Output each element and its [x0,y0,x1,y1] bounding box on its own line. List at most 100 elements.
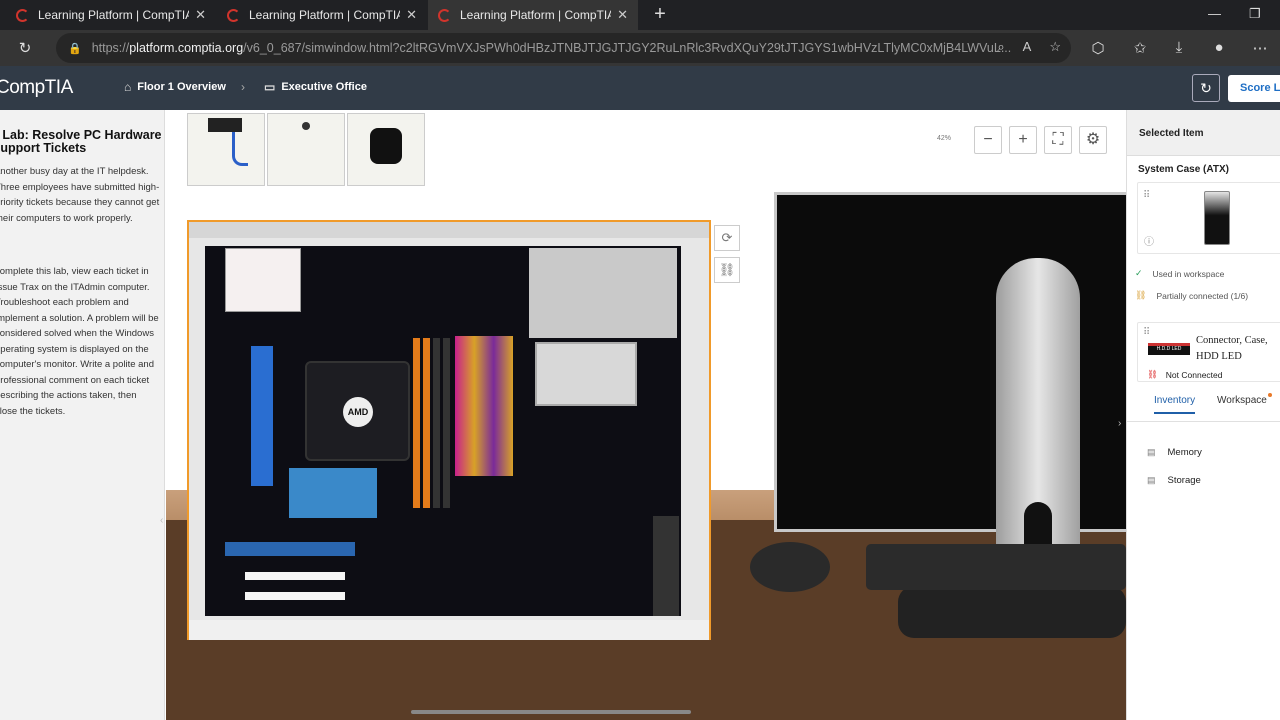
connector-name: Connector, Case, HDD LED [1196,335,1268,362]
drag-icon[interactable]: ⠿ [1143,190,1150,201]
profile-avatar-icon[interactable]: ● [1210,39,1228,56]
minimize-window-button[interactable]: — [1208,6,1221,21]
collapse-left-panel-icon[interactable]: ‹ [160,515,163,526]
reload-icon[interactable]: ↻ [16,39,34,57]
horizontal-scrollbar[interactable] [411,710,691,714]
reset-lab-button[interactable]: ↻ [1192,74,1220,102]
collapse-right-panel-icon[interactable]: › [1118,418,1121,429]
hdd-led-connector-thumbnail: H.D.D LED [1148,343,1190,355]
inventory-item-storage[interactable]: ▤ Storage [1147,475,1201,486]
zoom-level: 42% [937,135,952,142]
favorites-icon[interactable]: ✩ [1131,39,1149,57]
favorite-star-icon[interactable]: ☆ [1049,39,1061,55]
url-actions: ⌕ A ☆ [997,39,1061,55]
breadcrumb-floor-overview[interactable]: ⌂ Floor 1 Overview [124,80,226,94]
close-tab-icon[interactable]: ✕ [406,7,417,23]
refresh-icon: ↻ [1200,80,1212,96]
close-tab-icon[interactable]: ✕ [195,7,206,23]
browser-tab-1[interactable]: Learning Platform | CompTIA ✕ [6,0,216,30]
new-tab-button[interactable]: + [650,3,670,26]
cpu-cooler[interactable]: AMD [305,361,410,461]
system-case-atx[interactable]: AMD [187,220,711,640]
rear-case-fan[interactable] [653,516,679,616]
pci-slot[interactable] [245,592,345,600]
tab-inventory[interactable]: Inventory [1154,395,1196,414]
lab-instructions-paragraph: complete this lab, view each ticket in I… [0,266,159,417]
cpu-brand-label: AMD [343,397,373,427]
close-tab-icon[interactable]: ✕ [617,7,628,23]
connector-card[interactable]: ⠿ H.D.D LED Connector, Case, HDD LED ⛓ N… [1137,322,1280,382]
check-icon: ✓ [1135,268,1143,278]
more-menu-icon[interactable]: ⋯ [1251,39,1269,57]
chipset-heatsink [289,468,377,518]
comptia-favicon-icon [227,8,240,22]
monitor-icon: ▭ [264,80,276,94]
pci-slot[interactable] [245,572,345,580]
pcie-slot[interactable] [225,542,355,556]
rotate-view-button[interactable]: ⟳ [714,225,740,251]
unlink-icon: ⛓ [718,262,736,277]
url-scheme: https:// [91,41,130,55]
selected-item-card[interactable]: ⠿ ⓘ [1137,182,1280,254]
address-bar-row: ↻ 🔒 https://platform.comptia.org/v6_0_68… [0,30,1280,66]
restore-window-button[interactable]: ❐ [1249,6,1261,22]
case-bottom-rail [189,620,709,640]
zoom-in-button[interactable]: + [1009,126,1037,154]
browser-tab-2[interactable]: Learning Platform | CompTIA ✕ [217,0,427,30]
comptia-logo: CompTIA [0,77,73,98]
list-icon: ▤ [1147,475,1156,485]
status-partially-connected: ⛓ Partially connected (1/6) [1135,290,1249,301]
extensions-icon[interactable]: ⬡ [1089,39,1107,57]
comptia-favicon-icon [16,8,29,22]
disconnect-all-button[interactable]: ⛓ [714,257,740,283]
building-icon: ⌂ [124,80,132,94]
score-lab-button[interactable]: Score Lab [1228,75,1280,102]
case-top-rail [189,222,709,238]
ram-slot[interactable] [423,338,430,508]
wall-plate-coax[interactable] [267,113,345,186]
read-aloud-icon[interactable]: A [1023,39,1032,55]
panel-tabs: Inventory Workspace [1127,392,1280,422]
lock-icon: 🔒 [68,42,82,55]
tab-title: Learning Platform | CompTIA [249,8,401,22]
power-supply[interactable] [225,248,301,312]
downloads-icon[interactable]: ⤓ [1170,39,1188,56]
info-icon[interactable]: ⓘ [1144,233,1154,248]
case-tools: ⟳ ⛓ [714,225,740,289]
selected-item-panel: Selected Item System Case (ATX) ⠿ ⓘ ✓ Us… [1126,110,1280,720]
link-icon: ⛓ [1135,290,1147,300]
mouse[interactable] [750,542,830,592]
hard-drive[interactable] [535,342,637,406]
wall-plate-network-port[interactable] [187,113,265,186]
zoom-icon[interactable]: ⌕ [997,39,1004,55]
tab-workspace[interactable]: Workspace [1217,393,1272,406]
vrm-heatsink [251,346,273,486]
drag-icon[interactable]: ⠿ [1143,327,1150,338]
breadcrumb-separator: › [241,80,245,94]
ram-slot[interactable] [413,338,420,508]
url-host: platform.comptia.org [129,41,244,55]
url-field[interactable]: 🔒 https://platform.comptia.org/v6_0_687/… [56,33,1071,63]
ram-slot[interactable] [443,338,450,508]
settings-button[interactable]: ⚙ [1079,126,1107,154]
breadcrumb-executive-office[interactable]: ▭ Executive Office [264,80,367,94]
gear-icon: ⚙ [1085,131,1101,148]
fit-to-screen-button[interactable]: ⛶ [1044,126,1072,154]
zoom-out-button[interactable]: − [974,126,1002,154]
wall-plate-power-outlet[interactable] [347,113,425,186]
breadcrumb-label: Floor 1 Overview [137,81,226,93]
connector-status: ⛓ Not Connected [1147,369,1223,380]
browser-tab-bar: Learning Platform | CompTIA ✕ Learning P… [0,0,1280,30]
list-icon: ▤ [1147,447,1156,457]
drive-bay-cage[interactable] [529,248,677,338]
app-header: CompTIA ⌂ Floor 1 Overview › ▭ Executive… [0,66,1280,110]
power-cable-bundle[interactable] [455,336,513,476]
monitor-stand-base [898,586,1126,638]
inventory-item-memory[interactable]: ▤ Memory [1147,447,1202,458]
selected-item-header: Selected Item [1127,110,1280,156]
motherboard[interactable]: AMD [205,246,681,616]
ram-slot[interactable] [433,338,440,508]
keyboard[interactable] [866,544,1126,590]
browser-tab-3-active[interactable]: Learning Platform | CompTIA ✕ [428,0,638,30]
workspace-canvas[interactable]: 42% − + ⛶ ⚙ AMD ⟳ ⛓ › [166,110,1126,720]
